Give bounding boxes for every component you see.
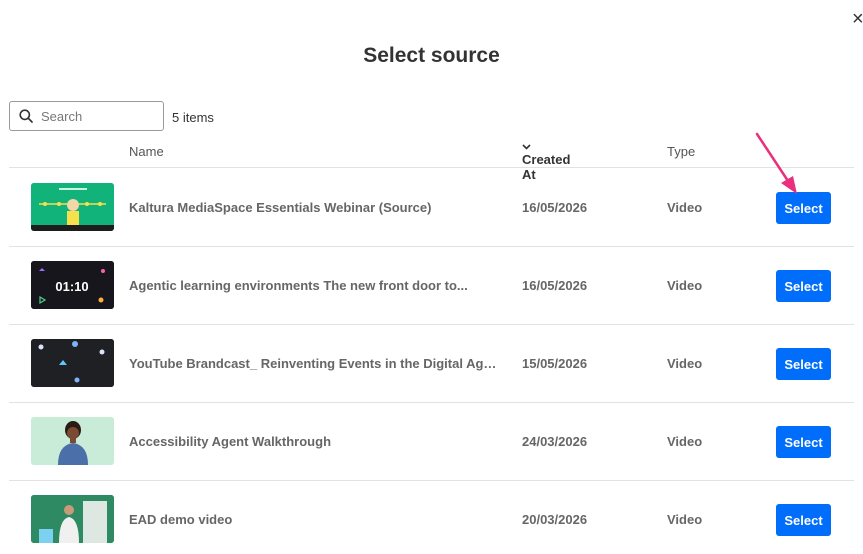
video-thumbnail [31, 183, 114, 231]
media-type: Video [667, 200, 703, 215]
select-button[interactable]: Select [776, 270, 831, 302]
column-header-created-at[interactable]: Created At [522, 144, 570, 182]
table-row: YouTube Brandcast_ Reinventing Events in… [9, 325, 854, 403]
video-name: Accessibility Agent Walkthrough [129, 434, 332, 449]
video-name: Kaltura MediaSpace Essentials Webinar (S… [129, 200, 432, 215]
table-row: EAD demo video 20/03/2026 Video Select [9, 481, 854, 554]
select-button[interactable]: Select [776, 348, 831, 380]
table-row: Kaltura MediaSpace Essentials Webinar (S… [9, 169, 854, 247]
video-thumbnail: 01:10 [31, 261, 114, 309]
select-button[interactable]: Select [776, 426, 831, 458]
close-icon[interactable]: × [852, 9, 863, 29]
column-header-name: Name [129, 144, 164, 159]
select-button[interactable]: Select [776, 504, 831, 536]
thumbnail-timer: 01:10 [55, 279, 88, 294]
search-icon [19, 109, 33, 123]
table-row: Accessibility Agent Walkthrough 24/03/20… [9, 403, 854, 481]
column-header-type: Type [667, 144, 696, 159]
chevron-down-icon [522, 144, 531, 150]
video-name: YouTube Brandcast_ Reinventing Events in… [129, 356, 499, 371]
dialog-title: Select source [363, 44, 500, 67]
created-date: 16/05/2026 [522, 200, 588, 215]
select-button[interactable]: Select [776, 192, 831, 224]
item-count: 5 items [172, 110, 214, 125]
media-type: Video [667, 434, 703, 449]
table-row: 01:10 Agentic learning environments The … [9, 247, 854, 325]
created-date: 15/05/2026 [522, 356, 588, 371]
search-box[interactable] [9, 101, 164, 131]
media-type: Video [667, 512, 703, 527]
media-type: Video [667, 356, 703, 371]
created-date: 20/03/2026 [522, 512, 588, 527]
video-thumbnail [31, 339, 114, 387]
table-header: Name Created At Type [9, 136, 854, 182]
media-type: Video [667, 278, 703, 293]
created-date: 16/05/2026 [522, 278, 588, 293]
video-name: Agentic learning environments The new fr… [129, 278, 468, 293]
video-thumbnail [31, 495, 114, 543]
search-input[interactable] [41, 108, 151, 124]
created-date: 24/03/2026 [522, 434, 588, 449]
video-name: EAD demo video [129, 512, 233, 527]
video-thumbnail [31, 417, 114, 465]
